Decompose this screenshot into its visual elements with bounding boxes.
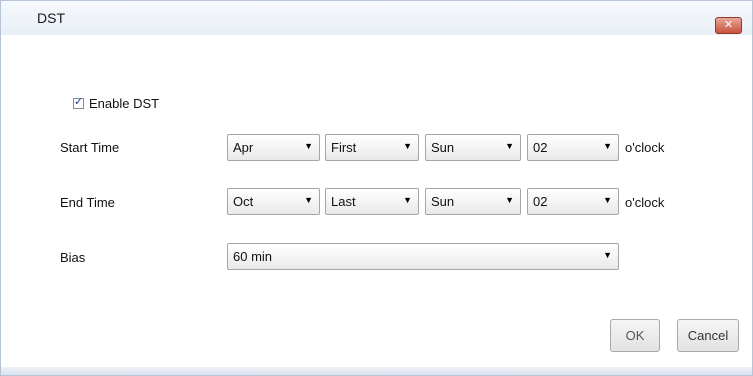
end-week-select[interactable]: Last ▼ <box>325 188 419 215</box>
start-day-value: Sun <box>431 140 455 155</box>
start-day-select[interactable]: Sun ▼ <box>425 134 521 161</box>
start-time-label: Start Time <box>60 140 120 155</box>
end-hour-value: 02 <box>533 194 548 209</box>
end-month-select[interactable]: Oct ▼ <box>227 188 320 215</box>
chevron-down-icon: ▼ <box>304 141 313 151</box>
dialog-bottom-border <box>1 367 752 375</box>
bias-select[interactable]: 60 min ▼ <box>227 243 619 270</box>
start-week-select[interactable]: First ▼ <box>325 134 419 161</box>
cancel-button[interactable]: Cancel <box>677 319 739 352</box>
start-unit-label: o'clock <box>625 140 665 155</box>
start-hour-value: 02 <box>533 140 548 155</box>
chevron-down-icon: ▼ <box>603 141 612 151</box>
end-hour-select[interactable]: 02 ▼ <box>527 188 619 215</box>
enable-dst-label: Enable DST <box>89 96 160 111</box>
enable-dst-checkbox[interactable]: Enable DST <box>73 95 160 111</box>
end-month-value: Oct <box>233 194 254 209</box>
start-hour-select[interactable]: 02 ▼ <box>527 134 619 161</box>
start-week-value: First <box>331 140 357 155</box>
ok-button[interactable]: OK <box>610 319 660 352</box>
bias-label: Bias <box>60 250 86 265</box>
chevron-down-icon: ▼ <box>403 141 412 151</box>
close-icon[interactable]: ✕ <box>715 17 742 34</box>
chevron-down-icon: ▼ <box>505 195 514 205</box>
end-time-label: End Time <box>60 195 115 210</box>
end-day-value: Sun <box>431 194 455 209</box>
end-week-value: Last <box>331 194 356 209</box>
end-unit-label: o'clock <box>625 195 665 210</box>
end-day-select[interactable]: Sun ▼ <box>425 188 521 215</box>
start-month-value: Apr <box>233 140 254 155</box>
chevron-down-icon: ▼ <box>603 195 612 205</box>
chevron-down-icon: ▼ <box>304 195 313 205</box>
dialog-title: DST <box>37 10 65 26</box>
title-bar: DST ✕ <box>1 1 752 35</box>
chevron-down-icon: ▼ <box>603 250 612 260</box>
chevron-down-icon: ▼ <box>505 141 514 151</box>
bias-value: 60 min <box>233 249 273 264</box>
chevron-down-icon: ▼ <box>403 195 412 205</box>
dst-dialog: DST ✕ Enable DST Start Time Apr ▼ First … <box>0 0 753 376</box>
checkbox-check-icon[interactable] <box>73 95 84 109</box>
start-month-select[interactable]: Apr ▼ <box>227 134 320 161</box>
